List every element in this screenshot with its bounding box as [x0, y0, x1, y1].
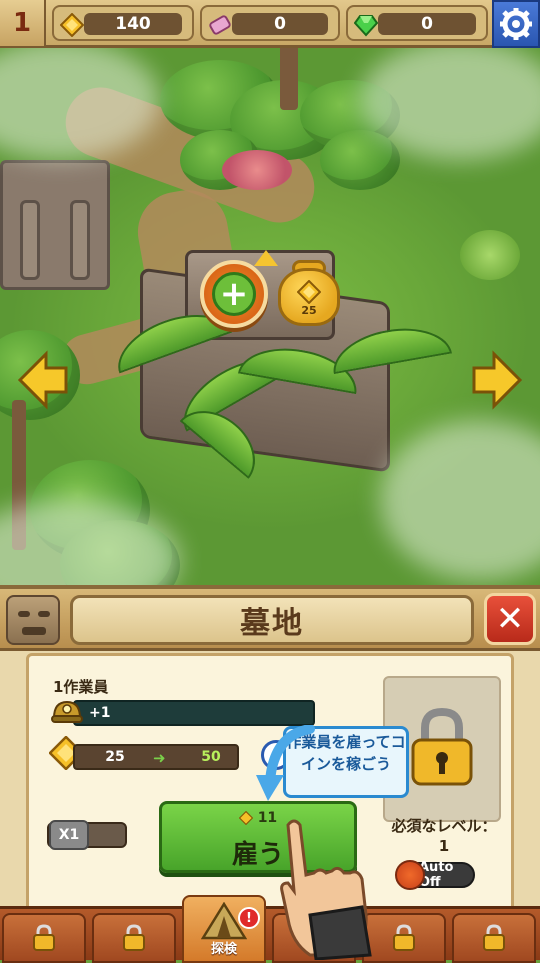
- income-row: 25 ➜ 50: [73, 744, 239, 770]
- tutorial-hand-icon: [280, 819, 372, 960]
- diamond-coin-icon: [60, 13, 84, 37]
- nav-tab-explore[interactable]: 探検 !: [182, 895, 266, 963]
- previous-building-arrow[interactable]: [18, 350, 68, 410]
- scrolls-counter[interactable]: 0: [200, 5, 340, 41]
- miner-helmet-icon: [51, 700, 83, 723]
- nav-tab-locked-2[interactable]: [92, 913, 176, 963]
- red-flower-plant: [222, 150, 292, 190]
- workers-label: 1作業員: [53, 678, 109, 696]
- worker-progress-bar: +1: [73, 700, 315, 726]
- padlock-icon: [393, 924, 415, 951]
- tutorial-arrow-icon: [256, 725, 315, 801]
- diamond-coin-icon: [297, 280, 321, 304]
- building-title: 墓地: [70, 595, 474, 645]
- padlock-icon: [483, 924, 505, 951]
- arrow-left-icon: [18, 350, 68, 410]
- required-level-text: 必須なレベル：1: [391, 817, 497, 855]
- next-building-arrow[interactable]: [472, 350, 522, 410]
- nav-tab-locked-5[interactable]: [452, 913, 536, 963]
- coin-bag-collect-button[interactable]: 25: [274, 258, 344, 328]
- game-map[interactable]: + 25: [0, 0, 540, 600]
- nav-tab-locked-1[interactable]: [2, 913, 86, 963]
- income-current: 25: [105, 749, 125, 765]
- gems-value: 0: [378, 13, 476, 35]
- padlock-icon: [411, 707, 473, 786]
- tiki-mask-icon: [6, 595, 60, 645]
- income-next: 50: [201, 749, 221, 765]
- arrow-right-icon: ➜: [153, 749, 166, 767]
- gear-icon: [500, 8, 532, 40]
- upgrade-building-button[interactable]: +: [200, 250, 278, 328]
- settings-button[interactable]: [492, 0, 540, 48]
- panel-header: 墓地 ✕: [0, 589, 540, 651]
- scroll-icon: [209, 15, 231, 35]
- top-hud: 1 140 0 0: [0, 0, 540, 48]
- coins-value: 140: [84, 13, 182, 35]
- auto-toggle[interactable]: Auto Off: [395, 860, 475, 890]
- worker-increment: +1: [89, 705, 111, 721]
- scrolls-value: 0: [232, 13, 328, 35]
- gems-counter[interactable]: 0: [346, 5, 488, 41]
- diamond-coin-icon: [238, 810, 254, 826]
- close-button[interactable]: ✕: [484, 593, 536, 645]
- padlock-icon: [33, 924, 55, 951]
- padlock-icon: [123, 924, 145, 951]
- toggle-knob: [395, 860, 425, 890]
- multiplier-selector[interactable]: X1: [47, 820, 127, 850]
- venus-flytrap-plant: [460, 230, 520, 280]
- coins-counter[interactable]: 140: [52, 5, 194, 41]
- player-level: 1: [0, 0, 46, 46]
- coin-bag-count: 25: [301, 304, 317, 317]
- alert-badge: !: [238, 907, 260, 929]
- nav-label-explore: 探検: [210, 942, 237, 957]
- auto-toggle-label: Auto Off: [419, 860, 454, 890]
- multiplier-value: X1: [49, 820, 89, 850]
- arrow-right-icon: [472, 350, 522, 410]
- plus-icon: +: [212, 272, 256, 316]
- green-gem-icon: [354, 15, 378, 37]
